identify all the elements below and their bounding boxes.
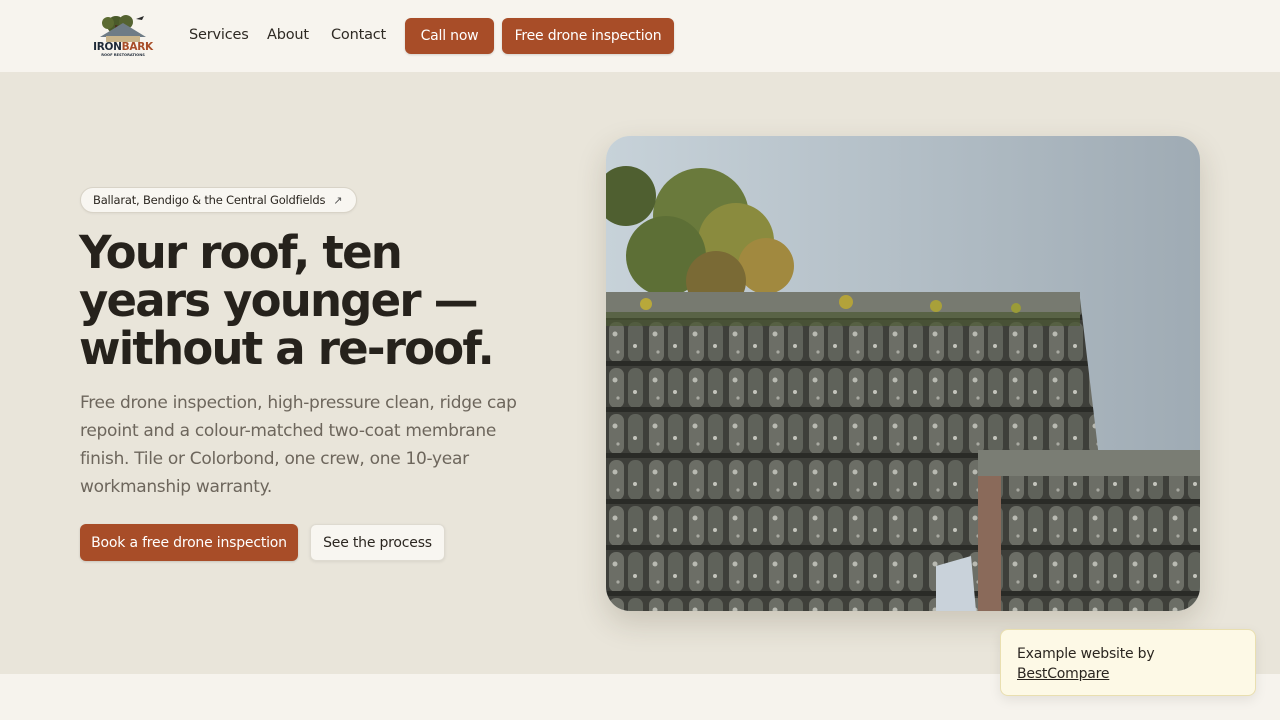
svg-text:ROOF RESTORATIONS: ROOF RESTORATIONS	[101, 53, 145, 57]
call-now-button[interactable]: Call now	[405, 18, 494, 54]
location-pill[interactable]: Ballarat, Bendigo & the Central Goldfiel…	[80, 187, 357, 213]
nav-link-about[interactable]: About	[267, 27, 309, 43]
hero-lead-text: Free drone inspection, high-pressure cle…	[80, 393, 517, 497]
headline-line-1: Your roof, ten	[79, 226, 403, 279]
bestcompare-link[interactable]: BestCompare	[1017, 666, 1110, 682]
book-drone-inspection-button[interactable]: Book a free drone inspection	[80, 524, 298, 561]
svg-text:IRONBARK: IRONBARK	[93, 41, 154, 53]
nav-link-services[interactable]: Services	[189, 27, 249, 43]
arrow-up-right-icon: ↗	[333, 193, 343, 207]
headline-line-2: years younger —	[79, 274, 479, 327]
top-navigation: IRONBARK ROOF RESTORATIONS Services Abou…	[0, 0, 1280, 72]
headline-line-3: without a re-roof.	[79, 322, 495, 375]
see-process-button[interactable]: See the process	[310, 524, 445, 561]
hero-roof-photo	[606, 136, 1200, 611]
toast-text: Example website by	[1017, 646, 1155, 662]
location-pill-label: Ballarat, Bendigo & the Central Goldfiel…	[93, 193, 326, 207]
hero-headline: Your roof, ten years younger — without a…	[79, 229, 579, 373]
free-drone-inspection-button[interactable]: Free drone inspection	[502, 18, 674, 54]
ironbark-logo[interactable]: IRONBARK ROOF RESTORATIONS	[86, 13, 160, 59]
nav-link-contact[interactable]: Contact	[331, 27, 386, 43]
example-website-toast: Example website by BestCompare	[1000, 629, 1256, 696]
